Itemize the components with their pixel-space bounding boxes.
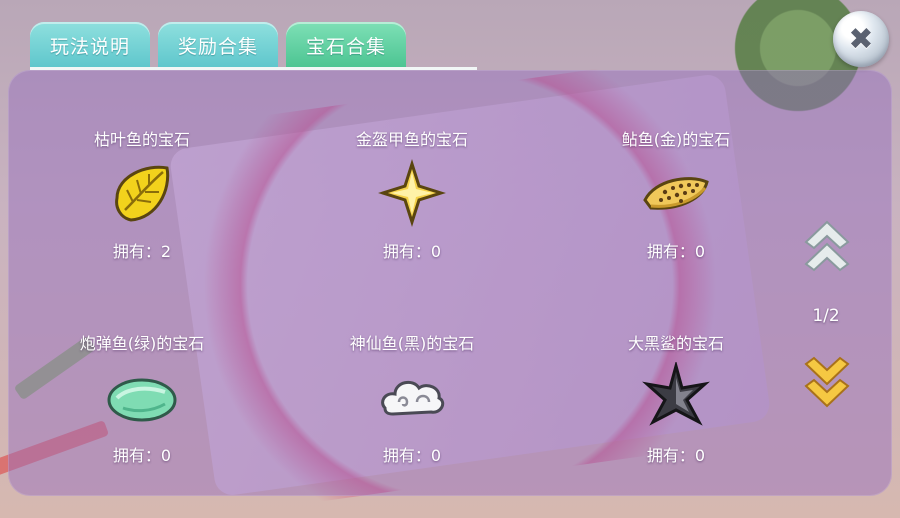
gem-owned-count: 拥有：2 (112, 242, 172, 261)
gem-owned-count: 拥有：0 (382, 242, 442, 261)
double-chevron-up-icon (804, 220, 850, 272)
tab-label: 奖励合集 (178, 35, 259, 58)
double-chevron-down-icon (804, 356, 850, 408)
gem-item[interactable]: 大黑鲨的宝石 拥有：0 (576, 330, 776, 480)
tab-reward-collection[interactable]: 奖励合集 (158, 22, 279, 68)
close-button[interactable]: ✖ (833, 11, 889, 67)
page-indicator: 1/2 (812, 306, 840, 326)
gem-owned-count: 拥有：0 (382, 446, 442, 465)
gem-name: 神仙鱼(黑)的宝石 (349, 334, 475, 353)
tab-label: 玩法说明 (50, 35, 131, 58)
gem-owned-count: 拥有：0 (646, 242, 706, 261)
gem-name: 鲇鱼(金)的宝石 (621, 130, 731, 149)
page-down-button[interactable] (800, 356, 854, 416)
tab-gameplay-instructions[interactable]: 玩法说明 (30, 22, 151, 68)
gem-name: 炮弹鱼(绿)的宝石 (79, 334, 205, 353)
tab-underline (30, 67, 477, 70)
gem-item[interactable]: 金盔甲鱼的宝石 拥有：0 (312, 126, 512, 276)
gem-item[interactable]: 枯叶鱼的宝石 拥有：2 (42, 126, 242, 276)
tab-gem-collection[interactable]: 宝石合集 (286, 22, 407, 68)
tab-label: 宝石合集 (306, 35, 387, 58)
gem-name: 枯叶鱼的宝石 (93, 130, 190, 149)
gem-item[interactable]: 神仙鱼(黑)的宝石 拥有：0 (312, 330, 512, 480)
gem-item[interactable]: 炮弹鱼(绿)的宝石 拥有：0 (42, 330, 242, 480)
tab-bar: 玩法说明 奖励合集 宝石合集 (30, 22, 407, 70)
gem-owned-count: 拥有：0 (112, 446, 172, 465)
spotted-gold-gem-icon (643, 177, 709, 210)
gold-star-gem-icon (378, 159, 446, 227)
white-cloud-gem-icon (381, 380, 445, 416)
yellow-leaf-gem-icon (115, 165, 170, 222)
gem-name: 金盔甲鱼的宝石 (355, 130, 468, 149)
close-icon: ✖ (848, 21, 874, 57)
gem-item[interactable]: 鲇鱼(金)的宝石 拥有：0 (576, 126, 776, 276)
gem-name: 大黑鲨的宝石 (627, 334, 724, 353)
gem-owned-count: 拥有：0 (646, 446, 706, 465)
green-oval-gem-icon (107, 378, 177, 422)
dark-star-gem-icon (642, 362, 710, 426)
page-up-button[interactable] (800, 214, 854, 274)
